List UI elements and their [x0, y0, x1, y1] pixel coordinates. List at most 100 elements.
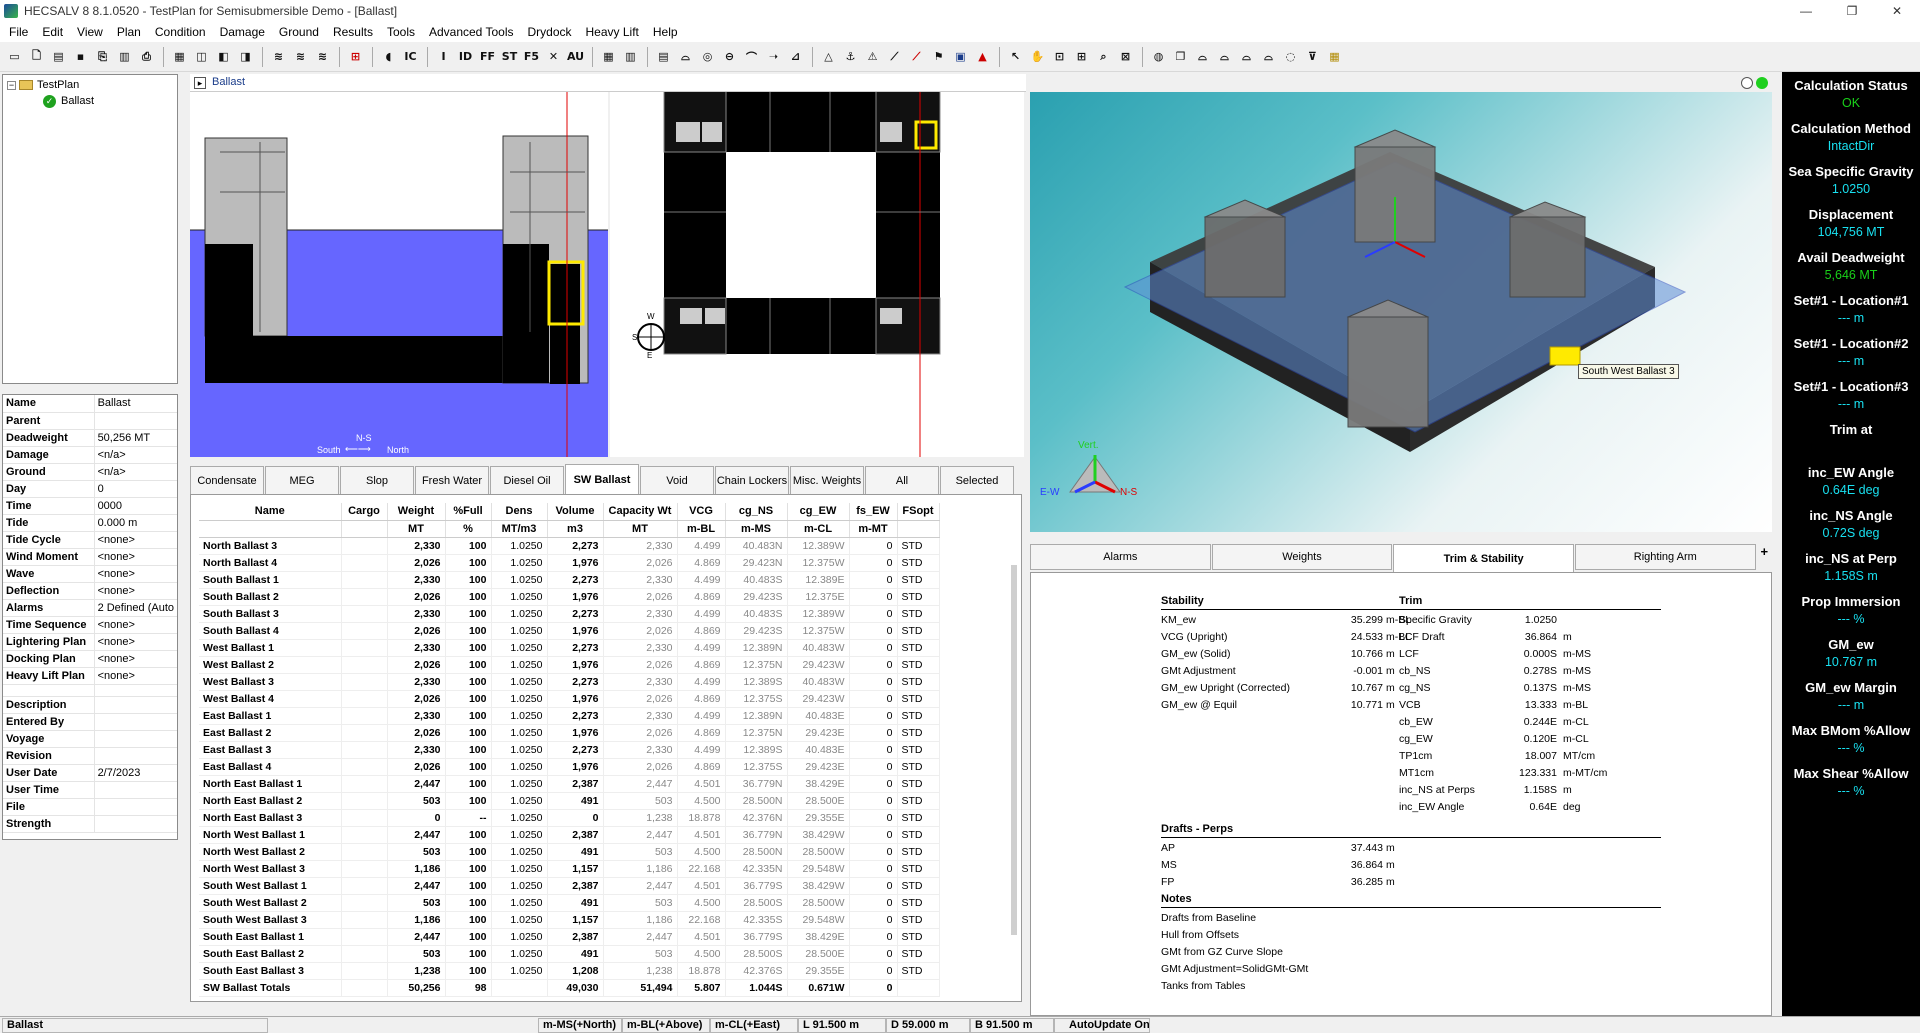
table-cell[interactable]: 1,186	[387, 860, 446, 878]
column-header[interactable]: fs_EW	[849, 503, 898, 521]
property-row[interactable]: User Time	[3, 781, 177, 799]
table-cell[interactable]: 2,273	[547, 707, 604, 725]
filter-icon[interactable]: ⊽	[1302, 46, 1323, 67]
table-cell[interactable]: 100	[445, 894, 492, 912]
table-row[interactable]: South Ballast 1 2,330 100 1.0250 2,273 2,330 4…	[199, 571, 940, 589]
table-row[interactable]: North West Ballast 3 1,186 100 1.0250 1,157 1…	[199, 860, 940, 878]
table-cell[interactable]: 503	[387, 894, 446, 912]
chart-icon[interactable]: ⟋	[906, 46, 927, 67]
tree-item-ballast[interactable]: ✓ Ballast	[43, 93, 94, 109]
table-row[interactable]: North Ballast 4 2,026 100 1.0250 1,976 2,026 4…	[199, 554, 940, 572]
column-header[interactable]: %Full	[445, 503, 492, 521]
table-cell[interactable]: 2,026	[387, 724, 446, 742]
table-cell[interactable]: 2,330	[387, 571, 446, 589]
menu-edit[interactable]: Edit	[35, 22, 70, 42]
menu-plan[interactable]: Plan	[110, 22, 148, 42]
property-value[interactable]: <none>	[94, 650, 177, 668]
table-row[interactable]: South West Ballast 3 1,186 100 1.0250 1,157 1…	[199, 911, 940, 929]
table-cell[interactable]: 2,447	[387, 826, 446, 844]
bars-icon[interactable]: ▥	[620, 46, 641, 67]
x-button[interactable]: ✕	[543, 46, 564, 67]
table-cell[interactable]: 2,387	[547, 928, 604, 946]
table-cell[interactable]: 2,330	[387, 707, 446, 725]
table-row[interactable]: West Ballast 4 2,026 100 1.0250 1,976 2,026 4.…	[199, 690, 940, 708]
table-row[interactable]: South East Ballast 3 1,238 100 1.0250 1,208 1…	[199, 962, 940, 980]
table-cell[interactable]: 2,387	[547, 877, 604, 895]
table-cell[interactable]: 491	[547, 945, 604, 963]
hull-icon[interactable]: ⌓	[675, 46, 696, 67]
menu-ground[interactable]: Ground	[272, 22, 326, 42]
view1-icon[interactable]: ⌓	[1192, 46, 1213, 67]
view5-icon[interactable]: ◌	[1280, 46, 1301, 67]
table-cell[interactable]: 1,976	[547, 622, 604, 640]
tab-weights[interactable]: Weights	[1211, 544, 1393, 570]
open-plan-icon[interactable]: ▭	[4, 46, 25, 67]
ff-button[interactable]: FF	[477, 46, 498, 67]
table-cell[interactable]: 100	[445, 571, 492, 589]
table-row[interactable]: South Ballast 3 2,330 100 1.0250 2,273 2,330 4…	[199, 605, 940, 623]
view-3d[interactable]: South West Ballast 3 Vert. E-W N-S	[1030, 92, 1772, 532]
new-file-icon[interactable]: 🗋	[26, 46, 47, 67]
table-row[interactable]: North East Ballast 1 2,447 100 1.0250 2,387 2…	[199, 775, 940, 793]
table-cell[interactable]: 2,273	[547, 571, 604, 589]
property-row[interactable]: Damage <n/a>	[3, 446, 177, 464]
save-icon[interactable]: ▪	[70, 46, 91, 67]
chart-up-icon[interactable]: ⟋	[884, 46, 905, 67]
table-cell[interactable]: 2,273	[547, 639, 604, 657]
table-row[interactable]: South West Ballast 1 2,447 100 1.0250 2,387 2…	[199, 877, 940, 895]
table-cell[interactable]: 2,447	[387, 928, 446, 946]
property-value[interactable]: 0000	[94, 497, 177, 515]
table-cell[interactable]: 1,238	[387, 962, 446, 980]
tanks-icon[interactable]: ▤	[653, 46, 674, 67]
table-cell[interactable]: 2,026	[387, 656, 446, 674]
column-header[interactable]: Weight	[387, 503, 446, 521]
table-cell[interactable]: 100	[445, 707, 492, 725]
property-value[interactable]	[94, 747, 177, 765]
lines-icon[interactable]: ≋	[268, 46, 289, 67]
damage-icon[interactable]: ⊞	[345, 46, 366, 67]
property-row[interactable]: Tide 0.000 m	[3, 514, 177, 532]
table-cell[interactable]: 1,976	[547, 690, 604, 708]
table-cell[interactable]: 1,976	[547, 554, 604, 572]
table-cell[interactable]: 2,026	[387, 554, 446, 572]
view-menu-icon[interactable]: ▸	[194, 77, 206, 89]
property-value[interactable]	[94, 684, 177, 697]
table-cell[interactable]: 100	[445, 945, 492, 963]
property-value[interactable]	[94, 412, 177, 430]
globe-icon[interactable]: ◍	[1148, 46, 1169, 67]
table-cell[interactable]: 100	[445, 537, 492, 555]
table-cell[interactable]: 2,330	[387, 605, 446, 623]
arrow-icon[interactable]: ➝	[763, 46, 784, 67]
property-row[interactable]: Strength	[3, 815, 177, 833]
property-row[interactable]: Name Ballast	[3, 395, 177, 413]
table-cell[interactable]: 0	[547, 809, 604, 827]
table-cell[interactable]: 100	[445, 792, 492, 810]
table-cell[interactable]: 503	[387, 792, 446, 810]
table-cell[interactable]: 100	[445, 690, 492, 708]
table-cell[interactable]: 1,976	[547, 724, 604, 742]
view-option-icon[interactable]	[1741, 77, 1753, 89]
property-row[interactable]: Day 0	[3, 480, 177, 498]
table-row[interactable]: West Ballast 1 2,330 100 1.0250 2,273 2,330 4.…	[199, 639, 940, 657]
open-folder-icon[interactable]: ▤	[48, 46, 69, 67]
property-value[interactable]: <n/a>	[94, 446, 177, 464]
property-value[interactable]: <none>	[94, 633, 177, 651]
menu-condition[interactable]: Condition	[148, 22, 213, 42]
paste-icon[interactable]: ▥	[114, 46, 135, 67]
lines3-icon[interactable]: ≋	[312, 46, 333, 67]
tab-fresh-water[interactable]: Fresh Water	[415, 466, 489, 494]
image-icon[interactable]: ▣	[950, 46, 971, 67]
zoom-box-icon[interactable]: ⊡	[1049, 46, 1070, 67]
table-icon[interactable]: ▦	[598, 46, 619, 67]
column-header[interactable]: cg_NS	[725, 503, 788, 521]
property-row[interactable]: Entered By	[3, 713, 177, 731]
property-value[interactable]: <none>	[94, 531, 177, 549]
table-cell[interactable]: 100	[445, 826, 492, 844]
property-value[interactable]: <none>	[94, 667, 177, 685]
property-row[interactable]: Deadweight 50,256 MT	[3, 429, 177, 447]
table-cell[interactable]: 100	[445, 928, 492, 946]
table-row[interactable]: East Ballast 2 2,026 100 1.0250 1,976 2,026 4.…	[199, 724, 940, 742]
property-row[interactable]: Lightering Plan <none>	[3, 633, 177, 651]
property-row[interactable]: User Date 2/7/2023	[3, 764, 177, 782]
menu-file[interactable]: File	[2, 22, 35, 42]
